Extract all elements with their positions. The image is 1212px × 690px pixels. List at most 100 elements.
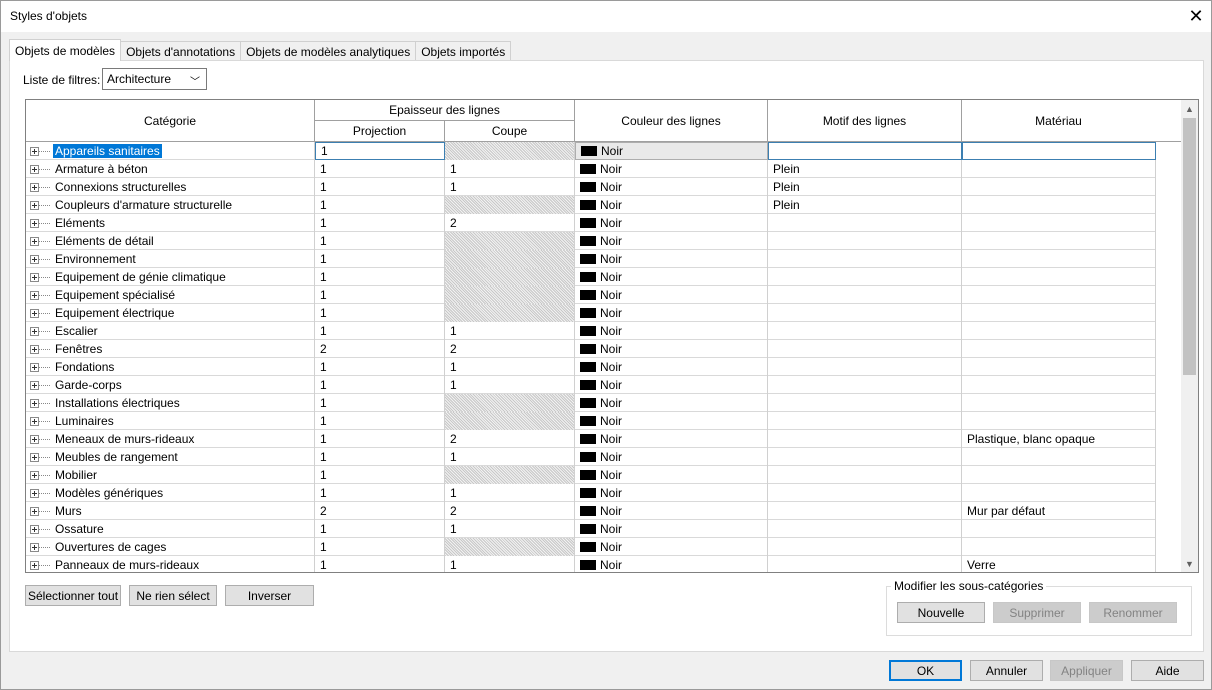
projection-cell[interactable]: 1: [315, 232, 445, 250]
pattern-cell[interactable]: [768, 268, 962, 286]
material-cell[interactable]: [962, 232, 1156, 250]
category-cell[interactable]: Ouvertures de cages: [26, 538, 315, 556]
table-row[interactable]: Eléments de détail 1 Noir: [26, 232, 1156, 250]
expand-icon[interactable]: [30, 434, 39, 444]
cut-cell[interactable]: 1: [445, 484, 575, 502]
cancel-button[interactable]: Annuler: [970, 660, 1043, 681]
apply-button[interactable]: Appliquer: [1050, 660, 1123, 681]
pattern-cell[interactable]: [768, 142, 962, 160]
table-row[interactable]: Equipement spécialisé 1 Noir: [26, 286, 1156, 304]
category-cell[interactable]: Eléments: [26, 214, 315, 232]
category-cell[interactable]: Fondations: [26, 358, 315, 376]
material-cell[interactable]: [962, 484, 1156, 502]
expand-icon[interactable]: [30, 146, 39, 156]
material-cell[interactable]: [962, 538, 1156, 556]
color-cell[interactable]: Noir: [575, 430, 768, 448]
filter-list-dropdown[interactable]: Architecture ﹀: [102, 68, 207, 90]
expand-icon[interactable]: [30, 236, 39, 246]
cut-cell[interactable]: 1: [445, 160, 575, 178]
delete-subcategory-button[interactable]: Supprimer: [993, 602, 1081, 623]
cut-cell[interactable]: 1: [445, 556, 575, 572]
cut-cell[interactable]: 1: [445, 448, 575, 466]
expand-icon[interactable]: [30, 254, 39, 264]
cut-cell[interactable]: [445, 304, 575, 322]
pattern-cell[interactable]: [768, 232, 962, 250]
table-row[interactable]: Installations électriques 1 Noir: [26, 394, 1156, 412]
expand-icon[interactable]: [30, 542, 39, 552]
header-line-color[interactable]: Couleur des lignes: [575, 100, 768, 142]
pattern-cell[interactable]: [768, 556, 962, 572]
category-cell[interactable]: Meneaux de murs-rideaux: [26, 430, 315, 448]
pattern-cell[interactable]: Plein: [768, 196, 962, 214]
expand-icon[interactable]: [30, 452, 39, 462]
projection-cell[interactable]: 1: [315, 196, 445, 214]
expand-icon[interactable]: [30, 398, 39, 408]
header-category[interactable]: Catégorie: [26, 100, 315, 142]
material-cell[interactable]: [962, 340, 1156, 358]
material-cell[interactable]: [962, 178, 1156, 196]
pattern-cell[interactable]: [768, 484, 962, 502]
color-cell[interactable]: Noir: [575, 178, 768, 196]
category-cell[interactable]: Panneaux de murs-rideaux: [26, 556, 315, 572]
expand-icon[interactable]: [30, 506, 39, 516]
category-cell[interactable]: Mobilier: [26, 466, 315, 484]
material-cell[interactable]: [962, 160, 1156, 178]
category-cell[interactable]: Ossature: [26, 520, 315, 538]
color-cell[interactable]: Noir: [575, 268, 768, 286]
cut-cell[interactable]: [445, 538, 575, 556]
color-cell[interactable]: Noir: [575, 322, 768, 340]
material-cell[interactable]: [962, 250, 1156, 268]
table-row[interactable]: Environnement 1 Noir: [26, 250, 1156, 268]
tab-imported-objects[interactable]: Objets importés: [415, 41, 512, 61]
pattern-cell[interactable]: Plein: [768, 160, 962, 178]
color-cell[interactable]: Noir: [575, 502, 768, 520]
pattern-cell[interactable]: [768, 340, 962, 358]
ok-button[interactable]: OK: [889, 660, 962, 681]
cut-cell[interactable]: 2: [445, 214, 575, 232]
color-cell[interactable]: Noir: [575, 484, 768, 502]
pattern-cell[interactable]: [768, 412, 962, 430]
projection-cell[interactable]: 1: [315, 520, 445, 538]
close-icon[interactable]: ✕: [1181, 1, 1211, 32]
projection-cell[interactable]: 1: [315, 286, 445, 304]
category-cell[interactable]: Eléments de détail: [26, 232, 315, 250]
scroll-up-icon[interactable]: ▲: [1181, 100, 1198, 117]
expand-icon[interactable]: [30, 200, 39, 210]
category-cell[interactable]: Luminaires: [26, 412, 315, 430]
table-row[interactable]: Escalier 1 1 Noir: [26, 322, 1156, 340]
rename-subcategory-button[interactable]: Renommer: [1089, 602, 1177, 623]
pattern-cell[interactable]: [768, 376, 962, 394]
material-cell[interactable]: [962, 376, 1156, 394]
expand-icon[interactable]: [30, 164, 39, 174]
projection-cell[interactable]: 1: [315, 448, 445, 466]
projection-cell[interactable]: 1: [315, 160, 445, 178]
table-row[interactable]: Fondations 1 1 Noir: [26, 358, 1156, 376]
category-cell[interactable]: Appareils sanitaires: [26, 142, 315, 160]
pattern-cell[interactable]: [768, 430, 962, 448]
cut-cell[interactable]: 1: [445, 358, 575, 376]
material-cell[interactable]: [962, 268, 1156, 286]
category-cell[interactable]: Garde-corps: [26, 376, 315, 394]
projection-cell[interactable]: 1: [315, 358, 445, 376]
expand-icon[interactable]: [30, 488, 39, 498]
cut-cell[interactable]: 1: [445, 322, 575, 340]
pattern-cell[interactable]: [768, 502, 962, 520]
material-cell[interactable]: [962, 394, 1156, 412]
expand-icon[interactable]: [30, 470, 39, 480]
table-row[interactable]: Meubles de rangement 1 1 Noir: [26, 448, 1156, 466]
projection-cell[interactable]: 1: [315, 484, 445, 502]
material-cell[interactable]: [962, 286, 1156, 304]
projection-cell[interactable]: 1: [315, 376, 445, 394]
expand-icon[interactable]: [30, 326, 39, 336]
projection-cell[interactable]: 1: [315, 214, 445, 232]
cut-cell[interactable]: [445, 286, 575, 304]
header-material[interactable]: Matériau: [962, 100, 1156, 142]
table-row[interactable]: Equipement de génie climatique 1 Noir: [26, 268, 1156, 286]
material-cell[interactable]: [962, 196, 1156, 214]
expand-icon[interactable]: [30, 272, 39, 282]
tab-annotation-objects[interactable]: Objets d'annotations: [120, 41, 242, 61]
expand-icon[interactable]: [30, 362, 39, 372]
color-cell[interactable]: Noir: [575, 142, 768, 160]
color-cell[interactable]: Noir: [575, 286, 768, 304]
expand-icon[interactable]: [30, 290, 39, 300]
